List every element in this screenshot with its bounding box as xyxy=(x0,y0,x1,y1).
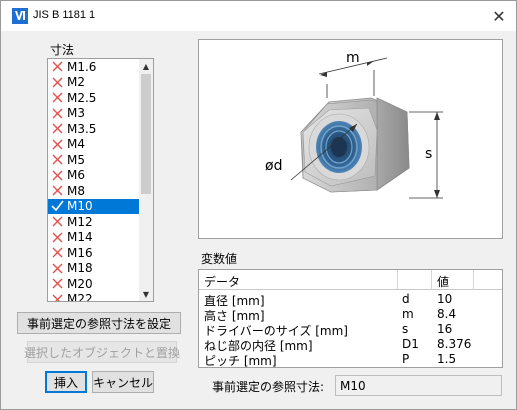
dimension-list-item[interactable]: M2 xyxy=(48,75,139,91)
cross-icon xyxy=(50,107,64,120)
table-cell-value: 10 xyxy=(437,292,453,306)
variables-table: データ 値 直径 [mm] d 10 高さ [mm] m 8.4 ドライバーのサイズ [mm… xyxy=(198,269,503,368)
table-row: ドライバーのサイズ [mm] s 16 xyxy=(199,322,502,338)
dimension-list-item[interactable]: M20 xyxy=(48,276,139,292)
dimension-list-item[interactable]: M8 xyxy=(48,183,139,199)
cross-icon xyxy=(50,184,64,197)
dimension-list-item[interactable]: M4 xyxy=(48,137,139,153)
cross-icon xyxy=(50,246,64,259)
cross-icon xyxy=(50,138,64,151)
app-logo-icon xyxy=(12,8,28,24)
cross-icon xyxy=(50,91,64,104)
insert-button[interactable]: 挿入 xyxy=(45,371,87,393)
dimension-list[interactable]: M1.6 M2 M2.5 M3 M3.5 M4 M5 M6 M8 M10 M12 M14 M16 M18 M… xyxy=(47,58,154,302)
dimension-list-item[interactable]: M2.5 xyxy=(48,90,139,106)
column-header-data: データ xyxy=(204,275,241,289)
scroll-up-arrow-icon[interactable]: ▲ xyxy=(139,59,153,73)
close-icon: ✕ xyxy=(492,6,506,26)
dimension-list-item[interactable]: M14 xyxy=(48,230,139,246)
table-cell-symbol: d xyxy=(402,292,410,306)
table-header: データ 値 xyxy=(199,270,502,290)
close-button[interactable]: ✕ xyxy=(488,6,510,26)
hex-nut-illustration: m s ød xyxy=(265,50,443,199)
dimension-list-items: M1.6 M2 M2.5 M3 M3.5 M4 M5 M6 M8 M10 M12 M14 M16 M18 M… xyxy=(48,59,139,302)
dimension-list-item[interactable]: M12 xyxy=(48,214,139,230)
reference-value-field: M10 xyxy=(335,375,502,396)
dimension-list-item-label: M4 xyxy=(67,137,85,152)
nut-diagram: m s ød xyxy=(198,39,503,239)
reference-label: 事前選定の参照寸法: xyxy=(212,380,325,394)
window-title: JIS B 1181 1 xyxy=(33,9,96,21)
cross-icon xyxy=(50,76,64,89)
dimension-list-item-label: M10 xyxy=(67,199,93,214)
dimension-s-label: s xyxy=(425,146,432,162)
dimension-list-item[interactable]: M3 xyxy=(48,106,139,122)
cross-icon xyxy=(50,262,64,275)
column-divider xyxy=(431,270,432,290)
cross-icon xyxy=(50,293,64,301)
column-header-value: 値 xyxy=(437,275,450,289)
cross-icon xyxy=(50,169,64,182)
dimension-list-item-label: M1.6 xyxy=(67,59,97,74)
dimension-list-item-label: M5 xyxy=(67,152,85,167)
dimension-list-item-label: M3 xyxy=(67,106,85,121)
dimensions-label: 寸法 xyxy=(50,43,75,57)
dimension-list-item[interactable]: M22 xyxy=(48,292,139,302)
dialog-window: JIS B 1181 1 ✕ 寸法 M1.6 M2 M2.5 M3 M3.5 M4 M5 M6… xyxy=(0,0,517,410)
table-cell-value: 16 xyxy=(437,322,453,336)
dimension-list-item[interactable]: M18 xyxy=(48,261,139,277)
dimension-list-item-label: M22 xyxy=(67,292,93,302)
table-cell-name: ピッチ [mm] xyxy=(204,354,277,368)
scroll-down-arrow-icon[interactable]: ▼ xyxy=(139,287,153,301)
table-cell-value: 8.376 xyxy=(437,337,472,351)
title-bar: JIS B 1181 1 ✕ xyxy=(1,1,516,31)
dimension-list-item-label: M2 xyxy=(67,75,85,90)
table-row: 高さ [mm] m 8.4 xyxy=(199,307,502,323)
dimension-list-item-label: M16 xyxy=(67,245,93,260)
dimension-list-item-label: M12 xyxy=(67,214,93,229)
dimension-m-label: m xyxy=(346,50,360,66)
table-row: ねじ部の内径 [mm] D1 8.376 xyxy=(199,337,502,353)
cross-icon xyxy=(50,231,64,244)
table-row: 直径 [mm] d 10 xyxy=(199,292,502,308)
dimension-list-item[interactable]: M16 xyxy=(48,245,139,261)
dimension-list-item[interactable]: M1.6 xyxy=(48,59,139,75)
cross-icon xyxy=(50,60,64,73)
dimension-list-item-label: M14 xyxy=(67,230,93,245)
list-scrollbar[interactable]: ▲ ▼ xyxy=(139,59,153,301)
dimension-list-item-label: M20 xyxy=(67,276,93,291)
column-divider xyxy=(397,270,398,290)
table-cell-symbol: s xyxy=(402,322,409,336)
dimension-list-item[interactable]: M6 xyxy=(48,168,139,184)
table-cell-value: 1.5 xyxy=(437,352,457,366)
dimension-list-item-label: M6 xyxy=(67,168,85,183)
replace-selected-button[interactable]: 選択したオブジェクトと置換 xyxy=(24,341,180,363)
dimension-list-item-label: M2.5 xyxy=(67,90,97,105)
cross-icon xyxy=(50,122,64,135)
cross-icon xyxy=(50,215,64,228)
checkmark-icon xyxy=(50,200,64,213)
scroll-thumb[interactable] xyxy=(141,74,151,194)
dimension-list-item-label: M8 xyxy=(67,183,85,198)
dimension-list-item-label: M18 xyxy=(67,261,93,276)
set-preselected-button[interactable]: 事前選定の参照寸法を設定 xyxy=(17,312,181,334)
column-divider xyxy=(473,270,474,290)
dimension-list-item[interactable]: M3.5 xyxy=(48,121,139,137)
table-cell-symbol: P xyxy=(402,352,410,366)
cross-icon xyxy=(50,153,64,166)
table-cell-value: 8.4 xyxy=(437,307,457,321)
variables-label: 変数値 xyxy=(201,252,238,266)
cross-icon xyxy=(50,277,64,290)
dimension-d-label: ød xyxy=(265,158,282,174)
cancel-button[interactable]: キャンセル xyxy=(92,371,154,393)
dimension-list-item[interactable]: M5 xyxy=(48,152,139,168)
dimension-list-item[interactable]: M10 xyxy=(48,198,139,214)
dimension-list-item-label: M3.5 xyxy=(67,121,97,136)
table-cell-symbol: D1 xyxy=(402,337,419,351)
table-cell-symbol: m xyxy=(402,307,414,321)
table-row: ピッチ [mm] P 1.5 xyxy=(199,352,502,368)
